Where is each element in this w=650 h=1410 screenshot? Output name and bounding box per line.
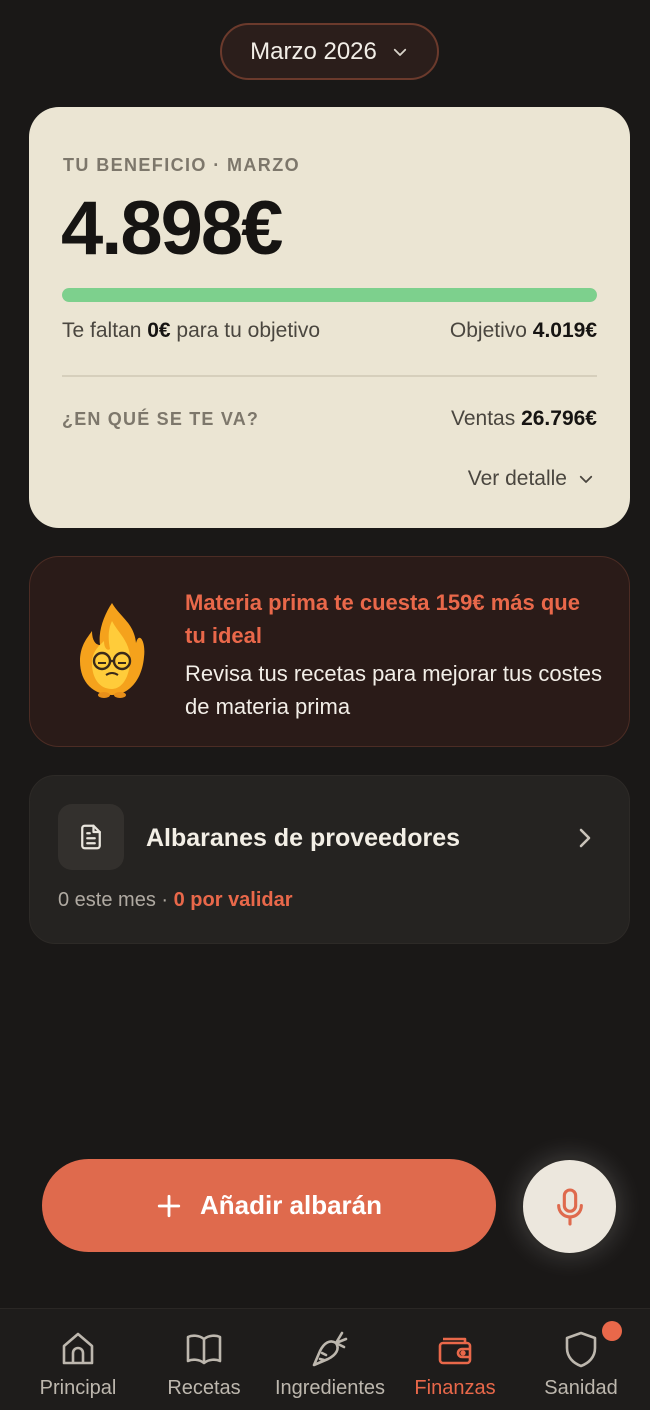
- alert-body: Revisa tus recetas para mejorar tus cost…: [185, 661, 602, 719]
- book-icon: [186, 1334, 222, 1365]
- notification-badge: [602, 1321, 622, 1341]
- tab-label: Ingredientes: [274, 1377, 386, 1399]
- profit-card: TU BENEFICIO · MARZO 4.898€ Te faltan 0€…: [29, 107, 630, 528]
- suppliers-count: 0 este mes ·: [58, 889, 174, 911]
- sales-label: Ventas: [451, 407, 522, 430]
- view-detail-label: Ver detalle: [467, 467, 567, 490]
- chevron-down-icon: [393, 48, 407, 56]
- document-icon: [81, 824, 101, 850]
- chevron-down-icon: [579, 475, 593, 483]
- alert-title: Materia prima te cuesta 159€ más que tu …: [185, 590, 580, 648]
- goal-label: Objetivo: [449, 319, 533, 342]
- goal-progress-fill: [62, 288, 597, 302]
- tab-label: Recetas: [167, 1377, 241, 1399]
- tab-label: Principal: [39, 1377, 117, 1399]
- month-selector[interactable]: Marzo 2026: [220, 23, 439, 80]
- shield-icon: [565, 1331, 597, 1368]
- remaining-suffix: para tu objetivo: [170, 319, 321, 342]
- remaining-value: 0€: [147, 319, 171, 342]
- tab-label: Sanidad: [544, 1377, 618, 1399]
- carrot-icon: [312, 1331, 348, 1367]
- profit-label: TU BENEFICIO · MARZO: [63, 155, 300, 175]
- tab-sanidad[interactable]: Sanidad: [516, 1309, 646, 1410]
- raw-material-alert[interactable]: Materia prima te cuesta 159€ más que tu …: [29, 556, 630, 747]
- bottom-tab-bar: Principal Recetas Ingredientes Finanzas …: [0, 1308, 650, 1410]
- add-button-label: Añadir albarán: [199, 1190, 383, 1220]
- supplier-delivery-notes-card[interactable]: Albaranes de proveedores 0 este mes · 0 …: [29, 775, 630, 944]
- tab-ingredientes[interactable]: Ingredientes: [265, 1309, 395, 1410]
- voice-input-button[interactable]: [520, 1157, 619, 1256]
- document-icon-box: [58, 804, 124, 870]
- month-label: Marzo 2026: [250, 37, 377, 65]
- goal-value: 4.019€: [532, 319, 597, 342]
- suppliers-status: 0 este mes · 0 por validar: [58, 889, 293, 912]
- where-label: ¿EN QUÉ SE TE VA?: [62, 409, 260, 429]
- flame-mascot-icon: [80, 603, 145, 698]
- add-delivery-note-button[interactable]: Añadir albarán: [42, 1159, 496, 1252]
- wallet-icon: [438, 1337, 472, 1365]
- goal-text: Objetivo 4.019€: [450, 319, 597, 343]
- profit-amount: 4.898€: [61, 186, 283, 271]
- view-detail-button[interactable]: Ver detalle: [468, 467, 595, 491]
- tab-label: Finanzas: [414, 1377, 496, 1399]
- tab-principal[interactable]: Principal: [13, 1309, 143, 1410]
- plus-icon: [157, 1194, 181, 1217]
- goal-progress-bar: [62, 288, 597, 302]
- suppliers-title: Albaranes de proveedores: [146, 824, 461, 852]
- remaining-prefix: Te faltan: [62, 319, 148, 342]
- divider: [62, 375, 597, 377]
- remaining-text: Te faltan 0€ para tu objetivo: [62, 319, 320, 343]
- chevron-right-icon: [579, 828, 591, 848]
- tab-recetas[interactable]: Recetas: [139, 1309, 269, 1410]
- sales-text: Ventas 26.796€: [451, 407, 597, 431]
- tab-finanzas[interactable]: Finanzas: [390, 1309, 520, 1410]
- home-icon: [62, 1332, 94, 1365]
- sales-value: 26.796€: [521, 407, 597, 430]
- microphone-icon: [556, 1187, 583, 1226]
- suppliers-pending[interactable]: 0 por validar: [174, 889, 293, 911]
